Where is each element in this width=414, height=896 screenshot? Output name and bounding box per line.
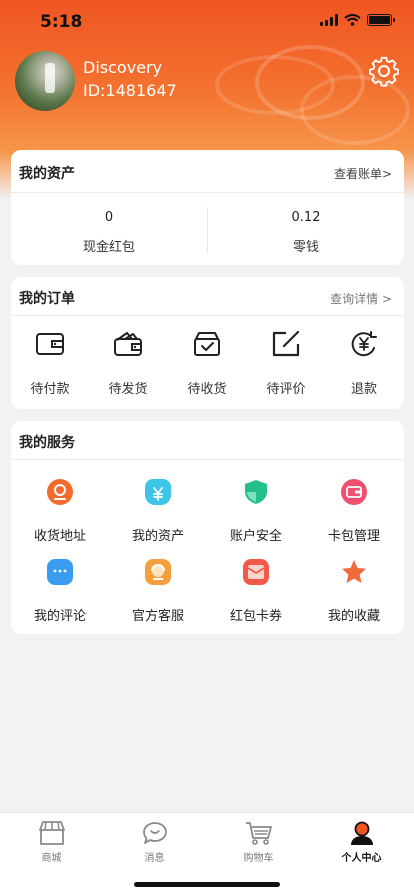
- coupon-icon: [243, 559, 269, 585]
- divider: [11, 315, 404, 316]
- orders-card: 我的订单 查询详情 > 待付款 待发货 待收货 待评价 退款: [11, 277, 404, 409]
- service-address[interactable]: 收货地址: [11, 459, 109, 544]
- order-label: 待收货: [187, 382, 227, 397]
- service-label: 我的收藏: [327, 609, 380, 624]
- tab-messages[interactable]: 消息: [103, 813, 206, 873]
- asset-value: 0.12: [291, 210, 321, 225]
- services-title: 我的服务: [19, 435, 75, 451]
- location-icon: [47, 479, 73, 505]
- battery-icon: [367, 14, 395, 26]
- service-label: 官方客服: [131, 609, 184, 624]
- shield-icon: [243, 479, 269, 505]
- message-icon: [143, 822, 167, 844]
- card-wallet-icon: [341, 479, 367, 505]
- service-icon: [145, 559, 171, 585]
- status-icons: [320, 14, 395, 26]
- view-bill-link[interactable]: 查看账单>: [334, 165, 392, 182]
- asset-cash-redpacket[interactable]: 0 现金红包: [11, 193, 207, 265]
- service-customer-service[interactable]: 官方客服: [109, 539, 207, 624]
- service-my-comments[interactable]: 我的评论: [11, 539, 109, 624]
- service-card-wallet[interactable]: 卡包管理: [305, 459, 403, 544]
- asset-change[interactable]: 0.12 零钱: [208, 193, 404, 265]
- service-account-security[interactable]: 账户安全: [207, 459, 305, 544]
- status-time: 5:18: [40, 12, 83, 32]
- service-coupons[interactable]: 红包卡券: [207, 539, 305, 624]
- tab-label: 个人中心: [341, 853, 382, 864]
- assets-title: 我的资产: [19, 166, 75, 182]
- order-pending-payment[interactable]: 待付款: [11, 317, 89, 409]
- tab-cart[interactable]: 购物车: [207, 813, 310, 873]
- order-pending-shipment[interactable]: 待发货: [89, 317, 167, 409]
- chat-icon: [47, 559, 73, 585]
- tab-shop[interactable]: 商城: [0, 813, 103, 873]
- star-icon: [341, 559, 367, 585]
- tab-label: 商城: [41, 853, 62, 864]
- avatar[interactable]: [15, 51, 75, 111]
- order-pending-review[interactable]: 待评价: [247, 317, 325, 409]
- assets-card: 我的资产 查看账单> 0 现金红包 0.12 零钱: [11, 150, 404, 265]
- service-my-assets[interactable]: 我的资产: [109, 459, 207, 544]
- gear-icon[interactable]: [368, 55, 400, 87]
- tab-label: 消息: [144, 853, 165, 864]
- username: Discovery: [83, 58, 163, 77]
- home-indicator: [134, 882, 280, 887]
- service-label: 我的评论: [33, 609, 86, 624]
- edit-icon: [272, 331, 300, 357]
- order-label: 退款: [350, 382, 377, 397]
- order-refund[interactable]: 退款: [325, 317, 403, 409]
- order-label: 待评价: [266, 382, 306, 397]
- asset-label: 零钱: [292, 240, 319, 255]
- services-card: 我的服务 收货地址 我的资产 账户安全 卡包管理 我的评论 官方客服 红包卡券 …: [11, 421, 404, 634]
- shop-icon: [39, 821, 65, 845]
- status-bar: 5:18: [0, 0, 414, 44]
- signal-icon: [320, 14, 338, 26]
- wallet-icon: [36, 333, 64, 355]
- service-label: 红包卡券: [229, 609, 282, 624]
- asset-value: 0: [104, 210, 114, 225]
- order-details-link[interactable]: 查询详情 >: [330, 290, 392, 307]
- person-icon: [351, 821, 373, 845]
- purse-icon: [114, 332, 142, 356]
- user-id: ID:1481647: [83, 81, 177, 100]
- order-label: 待发货: [108, 382, 148, 397]
- asset-label: 现金红包: [82, 240, 135, 255]
- tab-profile[interactable]: 个人中心: [310, 813, 413, 873]
- order-pending-receipt[interactable]: 待收货: [168, 317, 246, 409]
- tab-label: 购物车: [243, 853, 274, 864]
- order-label: 待付款: [30, 382, 70, 397]
- box-check-icon: [194, 332, 220, 356]
- service-favorites[interactable]: 我的收藏: [305, 539, 403, 624]
- wifi-icon: [344, 14, 361, 26]
- yen-refund-icon: [351, 331, 377, 357]
- cart-icon: [246, 822, 272, 845]
- money-bag-icon: [145, 479, 171, 505]
- orders-title: 我的订单: [19, 291, 75, 307]
